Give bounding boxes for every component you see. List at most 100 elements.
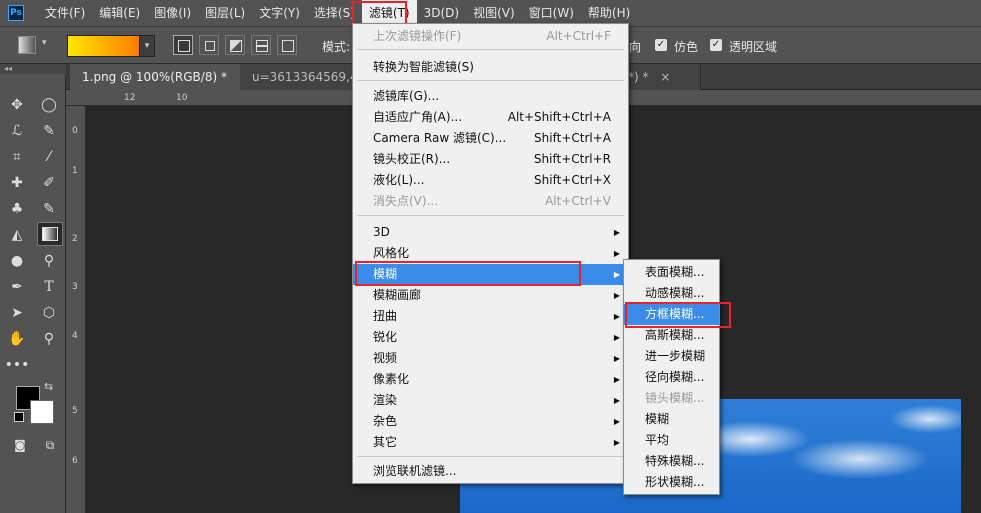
ruler-tick: 10	[176, 93, 188, 103]
angle-gradient-button[interactable]	[225, 35, 245, 55]
ruler-tick: 3	[72, 282, 78, 292]
menu-item-browse-online-filters[interactable]: 浏览联机滤镜...	[353, 461, 628, 482]
lasso-icon[interactable]: ℒ	[5, 120, 29, 142]
submenu-arrow-icon: ▶	[613, 291, 620, 300]
menu-item-last-filter[interactable]: 上次滤镜操作(F) Alt+Ctrl+F	[353, 26, 628, 47]
submenu-arrow-icon: ▶	[613, 396, 620, 405]
screen-mode-icon[interactable]: ⧉	[38, 434, 62, 456]
quick-select-icon[interactable]: ✎	[37, 120, 61, 142]
submenu-item-motion-blur[interactable]: 动感模糊...	[624, 283, 719, 304]
menu-layer[interactable]: 图层(L)	[198, 0, 252, 26]
menu-item-noise[interactable]: 杂色 ▶	[353, 411, 628, 432]
submenu-item-blur[interactable]: 模糊	[624, 409, 719, 430]
crop-icon[interactable]: ⌗	[5, 146, 29, 168]
tab-label: *) *	[628, 70, 649, 84]
marquee-icon[interactable]: ◯	[37, 94, 61, 116]
submenu-item-lens-blur[interactable]: 镜头模糊...	[624, 388, 719, 409]
diamond-gradient-button[interactable]	[277, 35, 297, 55]
menu-separator	[357, 456, 624, 457]
eraser-icon[interactable]: ◭	[5, 224, 29, 246]
submenu-item-surface-blur[interactable]: 表面模糊...	[624, 262, 719, 283]
submenu-item-shape-blur[interactable]: 形状模糊...	[624, 472, 719, 493]
menu-separator	[357, 49, 624, 50]
tool-preset-picker[interactable]	[18, 36, 36, 54]
type-icon[interactable]: T	[37, 276, 61, 298]
annotation-box-box-blur	[625, 302, 731, 328]
submenu-item-average[interactable]: 平均	[624, 430, 719, 451]
menu-item-filter-gallery[interactable]: 滤镜库(G)...	[353, 86, 628, 107]
submenu-arrow-icon: ▶	[613, 375, 620, 384]
zoom-icon[interactable]: ⚲	[37, 328, 61, 350]
shape-icon[interactable]: ⬡	[37, 302, 61, 324]
more-icon[interactable]: •••	[5, 354, 30, 376]
quick-mask-icon[interactable]: ◙	[8, 434, 32, 456]
dodge-icon[interactable]: ⚲	[37, 250, 61, 272]
chevron-down-icon[interactable]: ▾	[42, 38, 47, 48]
menu-item-lens-correction[interactable]: 镜头校正(R)... Shift+Ctrl+R	[353, 149, 628, 170]
blur-icon[interactable]: ●	[5, 250, 29, 272]
move-icon[interactable]: ✥	[5, 94, 29, 116]
healing-icon[interactable]: ✚	[5, 172, 29, 194]
pen-icon[interactable]: ✒	[5, 276, 29, 298]
menu-file[interactable]: 文件(F)	[38, 0, 92, 26]
path-select-icon[interactable]: ➤	[5, 302, 29, 324]
brush-icon[interactable]: ✐	[37, 172, 61, 194]
submenu-arrow-icon: ▶	[613, 270, 620, 279]
eyedropper-icon[interactable]: ⁄	[37, 146, 61, 168]
tab-document-1[interactable]: 1.png @ 100%(RGB/8) * ×	[70, 64, 265, 90]
menu-separator	[357, 80, 624, 81]
linear-gradient-button[interactable]	[173, 35, 193, 55]
menu-item-distort[interactable]: 扭曲 ▶	[353, 306, 628, 327]
menu-item-adaptive-wide-angle[interactable]: 自适应广角(A)... Alt+Shift+Ctrl+A	[353, 107, 628, 128]
tab-document-2[interactable]: u=3613364569,42	[240, 64, 366, 90]
submenu-item-gaussian-blur[interactable]: 高斯模糊...	[624, 325, 719, 346]
menu-item-camera-raw[interactable]: Camera Raw 滤镜(C)... Shift+Ctrl+A	[353, 128, 628, 149]
ruler-tick: 2	[72, 234, 78, 244]
menu-item-convert-smart-filter[interactable]: 转换为智能滤镜(S)	[353, 57, 628, 78]
menu-type[interactable]: 文字(Y)	[252, 0, 307, 26]
menu-item-other[interactable]: 其它 ▶	[353, 432, 628, 453]
ruler-tick: 12	[124, 93, 136, 103]
submenu-arrow-icon: ▶	[613, 333, 620, 342]
menu-item-video[interactable]: 视频 ▶	[353, 348, 628, 369]
blur-submenu: 表面模糊... 动感模糊... 方框模糊... 高斯模糊... 进一步模糊 径向…	[623, 259, 720, 495]
swap-colors-icon[interactable]: ⇆	[44, 380, 53, 393]
default-colors-icon[interactable]	[14, 412, 24, 422]
reflected-gradient-button[interactable]	[251, 35, 271, 55]
submenu-arrow-icon: ▶	[613, 228, 620, 237]
tab-document-3[interactable]: *) * ×	[628, 64, 701, 90]
ruler-tick: 1	[72, 166, 78, 176]
ruler-tick: 6	[72, 456, 78, 466]
menu-item-pixelate[interactable]: 像素化 ▶	[353, 369, 628, 390]
menu-image[interactable]: 图像(I)	[147, 0, 198, 26]
dither-checkbox[interactable]: ✓	[655, 39, 667, 51]
submenu-arrow-icon: ▶	[613, 417, 620, 426]
submenu-item-blur-more[interactable]: 进一步模糊	[624, 346, 719, 367]
submenu-item-radial-blur[interactable]: 径向模糊...	[624, 367, 719, 388]
menu-item-blur-gallery[interactable]: 模糊画廊 ▶	[353, 285, 628, 306]
stamp-icon[interactable]: ♣	[5, 198, 29, 220]
menu-item-3d[interactable]: 3D ▶	[353, 222, 628, 243]
menu-item-liquify[interactable]: 液化(L)... Shift+Ctrl+X	[353, 170, 628, 191]
menu-edit[interactable]: 编辑(E)	[92, 0, 147, 26]
ruler-tick: 5	[72, 406, 78, 416]
panel-collapse-icon[interactable]: ◂◂	[0, 64, 66, 74]
hand-icon[interactable]: ✋	[5, 328, 29, 350]
menu-item-render[interactable]: 渲染 ▶	[353, 390, 628, 411]
transparency-checkbox[interactable]: ✓	[710, 39, 722, 51]
submenu-arrow-icon: ▶	[613, 312, 620, 321]
menu-item-vanishing-point[interactable]: 消失点(V)... Alt+Ctrl+V	[353, 191, 628, 212]
tab-close-icon[interactable]: ×	[660, 70, 670, 84]
radial-gradient-button[interactable]	[199, 35, 219, 55]
submenu-item-smart-blur[interactable]: 特殊模糊...	[624, 451, 719, 472]
annotation-box-blur-item	[355, 261, 581, 286]
gradient-icon[interactable]	[37, 222, 63, 246]
ruler-tick: 0	[72, 126, 78, 136]
tools-panel: ◂◂ ✥ ◯ ℒ ✎ ⌗ ⁄ ✚ ✐ ♣ ✎ ◭ ● ⚲ ✒ T ➤ ⬡ ✋ ⚲…	[0, 64, 66, 513]
menu-item-sharpen[interactable]: 锐化 ▶	[353, 327, 628, 348]
gradient-dropdown-icon[interactable]: ▾	[139, 35, 155, 57]
photoshop-logo: Ps	[8, 5, 24, 21]
gradient-preview[interactable]	[67, 35, 141, 57]
background-color-swatch[interactable]	[30, 400, 54, 424]
history-brush-icon[interactable]: ✎	[37, 198, 61, 220]
